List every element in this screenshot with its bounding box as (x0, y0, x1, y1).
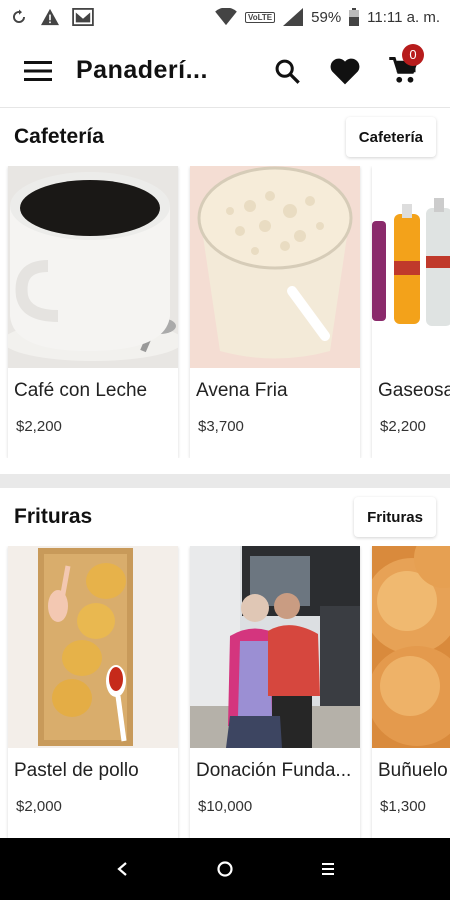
section-header: Cafetería Cafetería (0, 108, 450, 166)
section-title: Cafetería (14, 125, 104, 148)
section-cafeteria: Cafetería Cafetería Café con Leche $2,20… (0, 108, 450, 458)
product-name: Avena Fria (196, 380, 288, 401)
product-image-oat-drink (190, 166, 360, 368)
product-image-chicken-pastry (8, 546, 178, 748)
product-card[interactable]: Avena Fria $3,700 (190, 166, 360, 458)
volte-badge: VoLTE (244, 11, 276, 23)
product-card[interactable]: Café con Leche $2,200 (8, 166, 178, 458)
cart-button[interactable]: 0 (374, 34, 432, 108)
heart-icon (330, 58, 360, 84)
home-icon (217, 861, 233, 877)
menu-button[interactable] (0, 34, 76, 108)
menu-icon (24, 60, 52, 81)
signal-icon (283, 8, 304, 26)
product-price: $2,000 (16, 798, 62, 815)
product-name: Pastel de pollo (14, 760, 139, 781)
product-card[interactable]: Buñuelo $1,300 (372, 546, 450, 838)
product-name: Gaseosa (378, 380, 450, 401)
section-filter-chip[interactable]: Cafetería (345, 117, 436, 157)
product-carousel[interactable]: Pastel de pollo $2,000 Donación Funda...… (0, 546, 450, 838)
battery-icon (349, 8, 360, 26)
product-image-coffee (8, 166, 178, 368)
product-name: Buñuelo (378, 760, 448, 781)
back-icon (116, 862, 127, 876)
product-price: $3,700 (198, 418, 244, 435)
section-frituras: Frituras Frituras Pastel de pollo $2,000… (0, 488, 450, 838)
product-image-bunuelo (372, 546, 450, 748)
product-image-donation (190, 546, 360, 748)
product-price: $10,000 (198, 798, 253, 815)
section-header: Frituras Frituras (0, 488, 450, 546)
back-button[interactable] (97, 844, 147, 894)
section-filter-chip[interactable]: Frituras (354, 497, 436, 537)
product-price: $1,300 (380, 798, 426, 815)
home-button[interactable] (200, 844, 250, 894)
product-name: Café con Leche (14, 380, 148, 401)
product-image-soda (372, 166, 450, 368)
battery-percent: 59% (311, 8, 342, 26)
product-price: $2,200 (380, 418, 426, 435)
product-name: Donación Funda... (196, 760, 352, 781)
product-carousel[interactable]: Café con Leche $2,200 Avena Fria $3,700 … (0, 166, 450, 458)
section-divider (0, 474, 450, 488)
recents-button[interactable] (303, 844, 353, 894)
clock: 11:11 a. m. (367, 8, 440, 26)
app-bar: Panaderí... 0 (0, 34, 450, 108)
section-title: Frituras (14, 505, 93, 528)
system-nav-bar (0, 838, 450, 900)
wifi-icon (215, 8, 237, 26)
app-title: Panaderí... (76, 56, 208, 84)
warning-icon (40, 8, 60, 26)
status-bar: VoLTE 59% 11:11 a. m. (0, 0, 450, 34)
product-price: $2,200 (16, 418, 62, 435)
cart-count-badge: 0 (402, 43, 424, 66)
search-icon (275, 59, 300, 84)
favorites-button[interactable] (316, 34, 374, 108)
product-card[interactable]: Gaseosa $2,200 (372, 166, 450, 458)
sync-icon (10, 8, 28, 26)
product-card[interactable]: Donación Funda... $10,000 (190, 546, 360, 838)
recents-icon (322, 863, 335, 875)
product-card[interactable]: Pastel de pollo $2,000 (8, 546, 178, 838)
gmail-icon (72, 8, 94, 26)
search-button[interactable] (258, 34, 316, 108)
